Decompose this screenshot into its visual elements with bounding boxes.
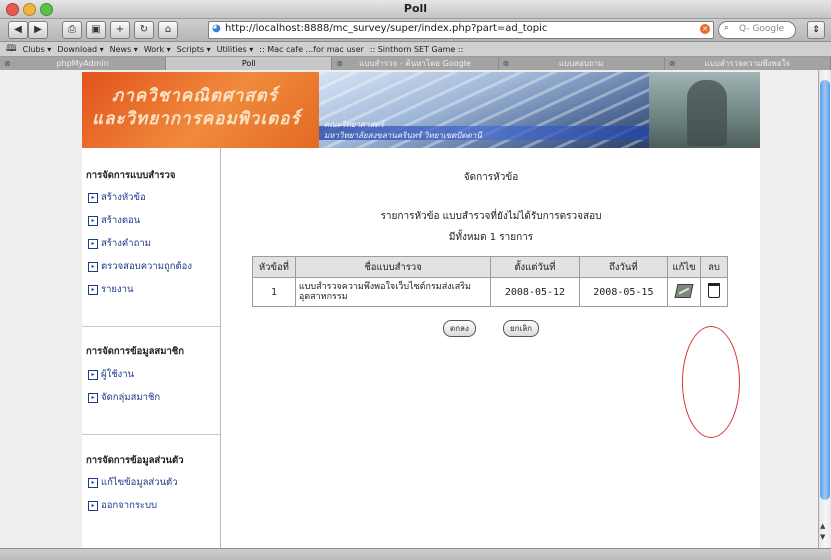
edit-icon[interactable] [674, 283, 694, 298]
col-header-from-date: ตั้งแต่วันที่ [490, 256, 580, 278]
bullet-arrow-icon: ▸ [88, 369, 98, 380]
ok-button[interactable]: ตกลง [443, 320, 476, 337]
bookmark-clubs[interactable]: Clubs ▾ [23, 45, 52, 54]
vertical-scrollbar[interactable]: ▲ ▼ [818, 70, 831, 548]
list-title: รายการหัวข้อ แบบสำรวจที่ยังไม่ได้รับการต… [380, 211, 602, 222]
col-header-to-date: ถึงวันที่ [578, 256, 669, 278]
tab-questionnaire[interactable]: ⊗ แบบสอบถาม [499, 57, 665, 70]
tab-phpmyadmin[interactable]: ⊗ phpMyAdmin [0, 57, 167, 70]
reload-button[interactable]: ↻ [134, 21, 154, 39]
title-bar: Poll [0, 0, 831, 19]
bullet-arrow-icon: ▸ [88, 261, 98, 272]
address-url: http://localhost:8888/mc_survey/super/in… [225, 23, 548, 34]
table-header-row: หัวข้อที่ ชื่อแบบสำรวจ ตั้งแต่วันที่ ถึง… [252, 256, 728, 278]
tab-close-icon[interactable]: ⊗ [4, 57, 11, 70]
department-title-line2: และวิทยาการคอมพิวเตอร์ [92, 109, 301, 129]
web-content: ภาควิชาคณิตศาสตร์ และวิทยาการคอมพิวเตอร์… [0, 70, 818, 548]
bookmarks-book-icon[interactable]: 🕮 [6, 42, 17, 56]
bullet-arrow-icon: ▸ [88, 477, 98, 488]
sidebar-section-personal: การจัดการข้อมูลส่วนตัว [86, 455, 184, 466]
sidebar-item-create-section[interactable]: ▸ สร้างตอน [88, 213, 140, 228]
browser-window: Poll ◀ ▶ ⎙ ▣ + ↻ ⌂ ◕ http://localhost:88… [0, 0, 831, 560]
back-button[interactable]: ◀ [8, 21, 28, 39]
bookmark-download[interactable]: Download ▾ [57, 45, 103, 54]
window-title: Poll [403, 2, 428, 15]
bookmarks-bar: 🕮 Clubs ▾ Download ▾ News ▾ Work ▾ Scrip… [0, 42, 831, 57]
bullet-arrow-icon: ▸ [88, 500, 98, 511]
scrollbar-thumb[interactable] [820, 80, 830, 500]
page-title: จัดการหัวข้อ [463, 172, 519, 183]
print-icon[interactable]: ⎙ [62, 21, 82, 39]
toolbar: ◀ ▶ ⎙ ▣ + ↻ ⌂ ◕ http://localhost:8888/mc… [0, 19, 831, 42]
cell-topic-no: 1 [252, 277, 296, 307]
scroll-down-arrow-icon[interactable]: ▼ [820, 533, 825, 541]
bookmark-utilities[interactable]: Utilities ▾ [217, 45, 254, 54]
bookmark-work[interactable]: Work ▾ [144, 45, 171, 54]
col-header-edit: แก้ไข [667, 256, 702, 278]
sidebar-item-create-topic[interactable]: ▸ สร้างหัวข้อ [88, 190, 146, 205]
bullet-arrow-icon: ▸ [88, 392, 98, 403]
university-subtitle: มหาวิทยาลัยสงขลานครินทร์ วิทยาเขตปัตตานี [324, 131, 482, 140]
sidebar-item-users[interactable]: ▸ ผู้ใช้งาน [88, 367, 134, 382]
search-icon: ⌕ [724, 23, 730, 33]
bookmark-menu-button[interactable]: ⇕ [807, 21, 825, 39]
delete-cell [700, 277, 728, 307]
trash-icon[interactable] [708, 283, 721, 298]
stop-loading-icon[interactable]: ✕ [700, 24, 710, 34]
header-banner: ภาควิชาคณิตศาสตร์ และวิทยาการคอมพิวเตอร์… [82, 72, 760, 148]
topics-table: หัวข้อที่ ชื่อแบบสำรวจ ตั้งแต่วันที่ ถึง… [252, 256, 728, 307]
tab-bar: ⊗ phpMyAdmin Poll ⊗ แบบสำรวจ - ค้นหาโดย Go… [0, 57, 831, 71]
tab-poll[interactable]: Poll [166, 57, 333, 70]
tab-close-icon[interactable]: ⊗ [503, 57, 510, 70]
edit-cell [667, 277, 702, 307]
site-favicon-icon: ◕ [212, 23, 221, 34]
forward-button[interactable]: ▶ [28, 21, 48, 39]
sidebar-item-create-question[interactable]: ▸ สร้างคำถาม [88, 236, 151, 251]
sidebar-item-logout[interactable]: ▸ ออกจากระบบ [88, 498, 157, 513]
main-panel: จัดการหัวข้อ รายการหัวข้อ แบบสำรวจที่ยัง… [222, 148, 760, 548]
sidebar-section-survey: การจัดการแบบสำรวจ [86, 170, 176, 181]
status-bar [0, 548, 831, 560]
bookmark-scripts[interactable]: Scripts ▾ [177, 45, 211, 54]
bookmark-news[interactable]: News ▾ [110, 45, 138, 54]
address-bar[interactable]: ◕ http://localhost:8888/mc_survey/super/… [208, 21, 714, 39]
tab-google-search[interactable]: ⊗ แบบสำรวจ - ค้นหาโดย Google [332, 57, 499, 70]
home-button[interactable]: ⌂ [158, 21, 178, 39]
new-tab-button[interactable]: + [110, 21, 130, 39]
cell-from-date: 2008-05-12 [490, 277, 580, 307]
scroll-up-arrow-icon[interactable]: ▲ [820, 522, 825, 530]
highlight-circle-annotation [682, 326, 740, 438]
search-field[interactable]: ⌕ Q- Google [718, 21, 796, 39]
form-buttons: ตกลง ยกเลิก [222, 316, 760, 337]
bullet-arrow-icon: ▸ [88, 284, 98, 295]
col-header-delete: ลบ [700, 256, 728, 278]
sidebar-item-report[interactable]: ▸ รายงาน [88, 282, 133, 297]
bullet-arrow-icon: ▸ [88, 192, 98, 203]
bullet-arrow-icon: ▸ [88, 238, 98, 249]
bookmark-sinthorn[interactable]: :: Sinthorn SET Game :: [370, 45, 463, 54]
bookmark-mac-cafe[interactable]: :: Mac cafe ...for mac user [259, 45, 364, 54]
sidebar-item-edit-profile[interactable]: ▸ แก้ไขข้อมูลส่วนตัว [88, 475, 178, 490]
page: ภาควิชาคณิตศาสตร์ และวิทยาการคอมพิวเตอร์… [82, 72, 760, 548]
cancel-button[interactable]: ยกเลิก [502, 320, 539, 337]
record-count: มีทั้งหมด 1 รายการ [448, 232, 534, 243]
bullet-arrow-icon: ▸ [88, 215, 98, 226]
table-row: 1 แบบสำรวจความพึงพอใจเว็บไซต์กรมส่งเสริม… [252, 277, 728, 307]
cell-survey-name: แบบสำรวจความพึงพอใจเว็บไซต์กรมส่งเสริมอุ… [294, 277, 492, 307]
tab-satisfaction[interactable]: ⊗ แบบสำรวจความพึงพอใจ [665, 57, 831, 70]
sidebar-item-member-groups[interactable]: ▸ จัดกลุ่มสมาชิก [88, 390, 160, 405]
screenshot-icon[interactable]: ▣ [86, 21, 106, 39]
col-header-topic-no: หัวข้อที่ [252, 256, 296, 278]
search-placeholder: Q- Google [739, 24, 785, 34]
tab-close-icon[interactable]: ⊗ [669, 57, 676, 70]
sidebar-item-verify[interactable]: ▸ ตรวจสอบความถูกต้อง [88, 259, 192, 274]
sidebar-section-members: การจัดการข้อมูลสมาชิก [86, 346, 184, 357]
sidebar-menu: การจัดการแบบสำรวจ ▸ สร้างหัวข้อ ▸ สร้างตอน… [82, 148, 221, 548]
tab-close-icon[interactable]: ⊗ [336, 57, 343, 70]
cell-to-date: 2008-05-15 [578, 277, 669, 307]
col-header-survey-name: ชื่อแบบสำรวจ [294, 256, 492, 278]
